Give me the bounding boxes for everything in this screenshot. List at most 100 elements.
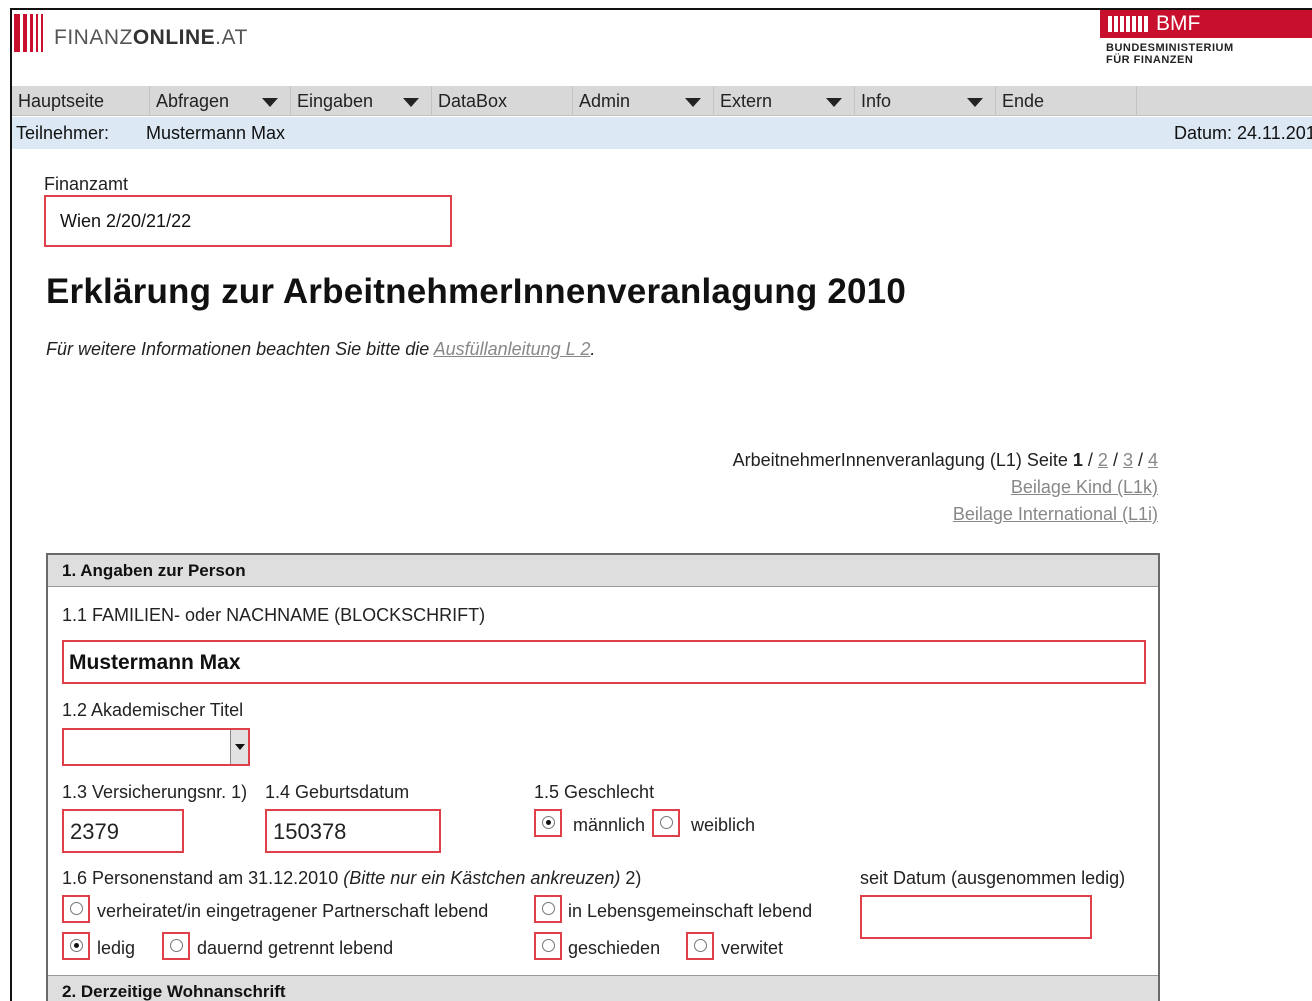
page-link-4[interactable]: 4 <box>1148 450 1158 470</box>
radio-empty-icon <box>70 902 83 915</box>
info-hint: Für weitere Informationen beachten Sie b… <box>46 339 595 360</box>
participant-name: Mustermann Max <box>146 123 286 143</box>
bmf-logo: BMF BUNDESMINISTERIUM FÜR FINANZEN <box>1100 10 1312 66</box>
hint-text: Für weitere Informationen beachten Sie b… <box>46 339 430 359</box>
academic-title-select[interactable] <box>62 728 250 766</box>
bmf-banner: BMF <box>1100 10 1312 38</box>
svnr-field[interactable]: 2379 <box>62 809 184 853</box>
page-link-2[interactable]: 2 <box>1098 450 1108 470</box>
eagle-emblem-icon <box>1108 16 1148 32</box>
page-title: Erklärung zur ArbeitnehmerInnenveranlagu… <box>46 272 906 311</box>
menu-ende[interactable]: Ende <box>996 86 1137 116</box>
finanzamt-value: Wien 2/20/21/22 <box>60 211 192 231</box>
finanzamt-field[interactable]: Wien 2/20/21/22 <box>44 195 452 247</box>
menu-label: Eingaben <box>297 91 374 111</box>
page-current: 1 <box>1072 450 1083 470</box>
menu-extern[interactable]: Extern <box>714 86 855 116</box>
radio-selected-icon <box>70 939 83 952</box>
finanzamt-label: Finanzamt <box>44 174 129 194</box>
menu-label: Hauptseite <box>18 91 105 111</box>
since-date-field[interactable] <box>860 895 1092 939</box>
radio-empty-icon <box>542 939 555 952</box>
page-indicator: ArbeitnehmerInnenveranlagung (L1) Seite … <box>732 450 1158 470</box>
name-label: 1.1 FAMILIEN- oder NACHNAME (BLOCKSCHRIF… <box>62 605 486 625</box>
chevron-down-icon <box>262 98 278 107</box>
brand-wordmark: FINANZONLINE.AT <box>54 26 248 49</box>
radio-empty-icon <box>542 902 555 915</box>
chevron-down-icon <box>685 98 701 107</box>
beilage-international-link[interactable]: Beilage International (L1i) <box>953 504 1158 524</box>
gender-label: 1.5 Geschlecht <box>534 782 655 802</box>
current-date: Datum: 24.11.2010 <box>1174 123 1312 143</box>
status-separated-label: dauernd getrennt lebend <box>197 938 394 958</box>
menu-databox[interactable]: DataBox <box>432 86 573 116</box>
status-partner-radio[interactable] <box>534 895 562 923</box>
dob-label: 1.4 Geburtsdatum <box>265 782 410 802</box>
radio-empty-icon <box>170 939 183 952</box>
status-single-label: ledig <box>97 938 136 958</box>
status-partner-label: in Lebensgemeinschaft lebend <box>568 901 813 921</box>
section-person: 1. Angaben zur Person 1.1 FAMILIEN- oder… <box>46 553 1160 1001</box>
finanzonline-logo[interactable]: FINANZONLINE.AT <box>14 12 248 54</box>
menu-info[interactable]: Info <box>855 86 996 116</box>
hint-suffix: . <box>590 339 596 359</box>
gender-male-radio[interactable] <box>534 809 562 837</box>
menu-admin[interactable]: Admin <box>573 86 714 116</box>
status-label: 1.6 Personenstand am 31.12.2010 (Bitte n… <box>62 868 641 889</box>
status-single-radio[interactable] <box>62 932 90 960</box>
since-label: seit Datum (ausgenommen ledig) <box>860 868 1126 888</box>
svnr-value: 2379 <box>70 819 119 844</box>
radio-selected-icon <box>542 816 555 829</box>
status-widowed-radio[interactable] <box>686 932 714 960</box>
menu-hauptseite[interactable]: Hauptseite <box>12 86 150 116</box>
name-value: Mustermann Max <box>69 651 241 674</box>
bmf-label: BMF <box>1156 12 1201 35</box>
menu-label: Abfragen <box>156 91 230 111</box>
status-divorced-radio[interactable] <box>534 932 562 960</box>
chevron-down-icon <box>403 98 419 107</box>
radio-empty-icon <box>694 939 707 952</box>
radio-empty-icon <box>660 816 673 829</box>
status-divorced-label: geschieden <box>568 938 661 958</box>
status-note: 2) <box>625 868 642 888</box>
menu-label: Ende <box>1002 91 1045 111</box>
menu-label: DataBox <box>438 91 508 111</box>
section-heading: 1. Angaben zur Person <box>48 555 1158 587</box>
status-married-radio[interactable] <box>62 895 90 923</box>
participant-bar: Teilnehmer: Mustermann Max Datum: 24.11.… <box>12 117 1312 149</box>
menu-eingaben[interactable]: Eingaben <box>291 86 432 116</box>
dob-value: 150378 <box>273 819 347 844</box>
status-widowed-label: verwitet <box>721 938 784 958</box>
status-married-label: verheiratet/in eingetragener Partnerscha… <box>97 901 489 921</box>
status-hint: (Bitte nur ein Kästchen ankreuzen) <box>343 868 621 888</box>
menu-abfragen[interactable]: Abfragen <box>150 86 291 116</box>
main-menu: Hauptseite Abfragen Eingaben DataBox Adm… <box>12 86 1312 116</box>
chevron-down-icon <box>967 98 983 107</box>
gender-female-label: weiblich <box>691 815 756 835</box>
pages-prefix: ArbeitnehmerInnenveranlagung (L1) Seite <box>732 450 1068 470</box>
bmf-line-2: FÜR FINANZEN <box>1106 54 1194 66</box>
svnr-label: 1.3 Versicherungsnr. 1) <box>62 782 248 802</box>
menu-label: Info <box>861 91 892 111</box>
page-link-3[interactable]: 3 <box>1123 450 1133 470</box>
chevron-down-icon[interactable] <box>230 730 248 764</box>
bmf-line-1: BUNDESMINISTERIUM <box>1106 42 1234 54</box>
dob-field[interactable]: 150378 <box>265 809 441 853</box>
menu-label: Admin <box>579 91 631 111</box>
gender-female-radio[interactable] <box>652 809 680 837</box>
beilage-kind-link[interactable]: Beilage Kind (L1k) <box>1011 477 1158 497</box>
logo-stripes-icon <box>14 14 46 52</box>
instructions-link[interactable]: Ausfüllanleitung L 2 <box>434 339 591 359</box>
menu-label: Extern <box>720 91 773 111</box>
participant-label: Teilnehmer: <box>16 123 110 143</box>
name-field[interactable]: Mustermann Max <box>62 640 1146 684</box>
academic-title-label: 1.2 Akademischer Titel <box>62 700 244 720</box>
gender-male-label: männlich <box>573 815 646 835</box>
application-frame: FINANZONLINE.AT BMF BUNDESMINISTERIUM FÜ… <box>10 8 1312 1001</box>
status-label-text: 1.6 Personenstand am 31.12.2010 <box>62 868 339 888</box>
bmf-subtitle: BUNDESMINISTERIUM FÜR FINANZEN <box>1100 42 1312 66</box>
section-heading-address: 2. Derzeitige Wohnanschrift <box>48 975 1158 1001</box>
page-navigation: ArbeitnehmerInnenveranlagung (L1) Seite … <box>733 447 1158 528</box>
status-separated-radio[interactable] <box>162 932 190 960</box>
chevron-down-icon <box>826 98 842 107</box>
